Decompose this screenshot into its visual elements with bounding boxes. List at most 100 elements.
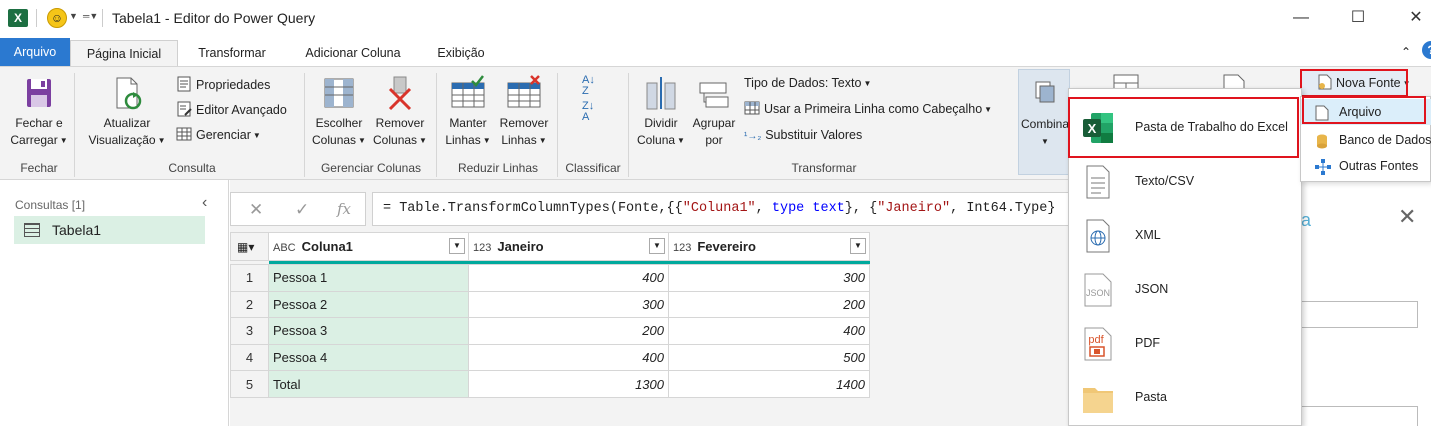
pdf-file-icon: pdf	[1081, 326, 1115, 362]
sort-descending-button[interactable]: Z↓ A	[582, 101, 594, 125]
help-icon[interactable]: ?	[1422, 41, 1431, 59]
function-icon[interactable]: fx	[337, 200, 351, 218]
cell[interactable]: 1300	[468, 370, 669, 398]
tab-pagina-inicial[interactable]: Página Inicial	[70, 40, 178, 66]
smiley-feedback-icon[interactable]: ☺	[47, 8, 67, 28]
choose-columns-line2: Colunas ▼	[312, 133, 366, 147]
cell[interactable]: 400	[468, 343, 669, 372]
properties-field[interactable]	[1300, 406, 1418, 426]
title-separator	[36, 9, 37, 27]
row-number[interactable]: 5	[230, 370, 269, 398]
column-header-coluna1[interactable]: ABC Coluna1 ▼	[268, 232, 469, 261]
remove-rows-button[interactable]: Remover Linhas ▼	[496, 75, 552, 149]
cell[interactable]: Pessoa 1	[268, 264, 469, 292]
split-column-line1: Dividir	[644, 116, 678, 130]
text-type-icon[interactable]: ABC	[273, 242, 296, 254]
menu-item-banco-de-dados[interactable]: Banco de Dados	[1301, 127, 1431, 153]
menu-item-json[interactable]: JSON JSON	[1069, 263, 1301, 317]
json-file-icon: JSON	[1081, 272, 1115, 308]
query-item-tabela1[interactable]: Tabela1	[14, 216, 205, 244]
keep-rows-icon	[450, 75, 486, 111]
column-header-janeiro[interactable]: 123 Janeiro ▼	[468, 232, 669, 261]
xml-file-icon	[1081, 218, 1115, 254]
tab-arquivo[interactable]: Arquivo	[0, 38, 70, 66]
group-separator	[628, 73, 629, 177]
remove-columns-button[interactable]: Remover Colunas ▼	[370, 75, 430, 149]
choose-columns-button[interactable]: Escolher Colunas ▼	[310, 75, 368, 149]
cell[interactable]: Pessoa 2	[268, 290, 469, 319]
close-pane-icon[interactable]: ✕	[1398, 204, 1416, 230]
split-column-button[interactable]: Dividir Coluna ▼	[634, 75, 688, 149]
menu-item-outras-fontes[interactable]: Outras Fontes	[1301, 153, 1431, 179]
cell[interactable]: 500	[668, 343, 870, 372]
confirm-formula-icon[interactable]: ✓	[295, 200, 309, 220]
cell[interactable]: Pessoa 3	[268, 317, 469, 345]
close-load-button[interactable]: Fechar e Carregar ▼	[8, 75, 70, 149]
close-window-icon[interactable]: ✕	[1401, 6, 1431, 30]
collapse-ribbon-icon[interactable]: ⌃	[1397, 43, 1415, 61]
number-type-icon[interactable]: 123	[673, 242, 691, 254]
group-label-transformar: Transformar	[791, 161, 857, 175]
remove-rows-line2: Linhas ▼	[501, 133, 547, 147]
combine-icon	[1026, 76, 1062, 112]
row-number[interactable]: 2	[230, 290, 269, 319]
excel-item-highlight	[1068, 97, 1299, 158]
refresh-preview-button[interactable]: Atualizar Visualização ▼	[82, 75, 172, 149]
tab-adicionar-coluna[interactable]: Adicionar Coluna	[290, 40, 416, 66]
remove-rows-icon	[506, 75, 542, 111]
cell[interactable]: 1400	[668, 370, 870, 398]
grid-corner-menu[interactable]: ▦▾	[230, 232, 269, 261]
use-first-row-headers-button[interactable]: Usar a Primeira Linha como Cabeçalho ▼	[744, 99, 992, 119]
keep-rows-line1: Manter	[449, 116, 487, 130]
table-row: 3 Pessoa 3 200 400	[230, 317, 870, 345]
cell[interactable]: 400	[468, 264, 669, 292]
cell[interactable]: Total	[268, 370, 469, 398]
minimize-icon[interactable]: —	[1286, 6, 1316, 30]
filter-dropdown-icon[interactable]: ▼	[649, 238, 665, 254]
smiley-dropdown-icon[interactable]: ▼	[69, 11, 78, 21]
tab-transformar[interactable]: Transformar	[184, 40, 280, 66]
menu-item-xml[interactable]: XML	[1069, 209, 1301, 263]
quick-access-customize-icon[interactable]: ═▼	[83, 11, 98, 21]
menu-item-text-csv[interactable]: Texto/CSV	[1069, 155, 1301, 209]
name-field[interactable]	[1300, 301, 1418, 328]
data-type-dropdown[interactable]: Tipo de Dados: Texto ▼	[744, 73, 871, 93]
cell[interactable]: 300	[668, 264, 870, 292]
sort-ascending-icon: A↓ Z	[582, 74, 595, 97]
cell[interactable]: 400	[668, 317, 870, 345]
close-load-line2: Carregar ▼	[10, 133, 68, 147]
cancel-formula-icon[interactable]: ✕	[249, 200, 263, 220]
number-type-icon[interactable]: 123	[473, 242, 491, 254]
split-column-line2: Coluna ▼	[637, 133, 685, 147]
cell[interactable]: 300	[468, 290, 669, 319]
keep-rows-button[interactable]: Manter Linhas ▼	[442, 75, 494, 149]
group-separator	[304, 73, 305, 177]
cell[interactable]: Pessoa 4	[268, 343, 469, 372]
combine-button[interactable]: Combina ▼	[1018, 69, 1070, 175]
menu-item-folder[interactable]: Pasta	[1069, 371, 1301, 425]
group-by-button[interactable]: Agrupar por	[688, 75, 740, 149]
menu-item-pdf[interactable]: pdf PDF	[1069, 317, 1301, 371]
column-header-fevereiro[interactable]: 123 Fevereiro ▼	[668, 232, 870, 261]
row-number[interactable]: 4	[230, 343, 269, 372]
sort-ascending-button[interactable]: A↓ Z	[582, 75, 595, 99]
group-label-consulta: Consulta	[168, 161, 216, 175]
title-bar: X ☺ ▼ ═▼ Tabela1 - Editor do Power Query…	[0, 0, 1431, 36]
cell[interactable]: 200	[668, 290, 870, 319]
row-number[interactable]: 1	[230, 264, 269, 292]
row-number[interactable]: 3	[230, 317, 269, 345]
group-label-gerenciar-colunas: Gerenciar Colunas	[320, 161, 422, 175]
table-menu-icon[interactable]: ▦▾	[231, 240, 254, 254]
remove-rows-line1: Remover	[499, 116, 549, 130]
cell[interactable]: 200	[468, 317, 669, 345]
maximize-icon[interactable]: ☐	[1343, 6, 1373, 30]
advanced-editor-button[interactable]: Editor Avançado	[176, 100, 287, 120]
replace-values-button[interactable]: ¹→₂ Substituir Valores	[744, 125, 862, 145]
manage-button[interactable]: Gerenciar ▼	[176, 125, 261, 145]
collapse-queries-icon[interactable]: ‹	[202, 194, 207, 212]
properties-button[interactable]: Propriedades	[176, 75, 270, 95]
filter-dropdown-icon[interactable]: ▼	[449, 238, 465, 254]
filter-dropdown-icon[interactable]: ▼	[850, 238, 866, 254]
tab-exibicao[interactable]: Exibição	[426, 40, 496, 66]
properties-icon	[176, 76, 192, 92]
